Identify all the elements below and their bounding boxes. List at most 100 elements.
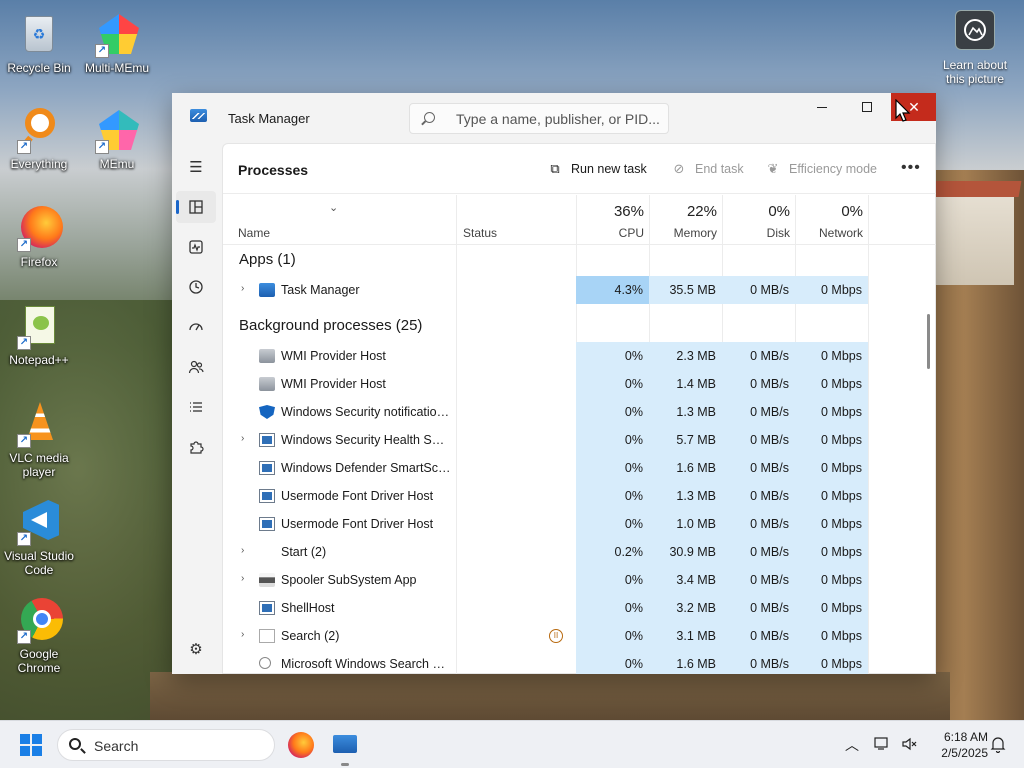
maximize-icon — [862, 102, 872, 112]
run-new-task-label: Run new task — [571, 162, 647, 176]
taskbar-search[interactable]: Search — [57, 729, 275, 761]
table-row[interactable]: › Search (2) II 0% 3.1 MB 0 MB/s 0 Mbps — [223, 622, 923, 650]
clock[interactable]: 6:18 AM 2/5/2025 — [924, 729, 988, 761]
users-icon — [188, 360, 204, 374]
nav-settings[interactable]: ⚙ — [176, 633, 216, 665]
disk-total: 0% — [768, 203, 790, 220]
nav-details[interactable] — [176, 391, 216, 423]
nav-users[interactable] — [176, 351, 216, 383]
gear-icon: ⚙ — [189, 641, 203, 658]
column-network-header[interactable]: Network — [795, 226, 863, 240]
end-task-button[interactable]: ⊘ End task — [671, 161, 744, 177]
chevron-right-icon[interactable]: › — [241, 545, 244, 556]
printer-icon — [259, 573, 275, 587]
learn-about-picture[interactable]: Learn about this picture — [940, 10, 1010, 86]
notifications-button[interactable] — [990, 735, 1006, 756]
group-label: Background processes (25) — [239, 317, 423, 334]
table-row[interactable]: › Start (2) 0.2% 30.9 MB 0 MB/s 0 Mbps — [223, 538, 923, 566]
table-row[interactable]: › Task Manager 4.3% 35.5 MB 0 MB/s 0 Mbp… — [223, 276, 923, 304]
search-process-icon — [259, 629, 275, 643]
windows-logo-icon — [20, 746, 30, 756]
network-status-button[interactable] — [874, 736, 892, 755]
chevron-right-icon[interactable]: › — [241, 433, 244, 444]
taskbar: Search ︿ 6:18 AM 2/5/2025 — [0, 720, 1024, 768]
table-row[interactable]: › Spooler SubSystem App 0% 3.4 MB 0 MB/s… — [223, 566, 923, 594]
process-name: Start (2) — [281, 545, 327, 559]
process-search-input[interactable] — [456, 109, 661, 129]
chevron-right-icon[interactable]: › — [241, 283, 244, 294]
task-manager-window: Task Manager ✕ ☰ ⚙ — [172, 93, 936, 674]
desktop-icon-multi-memu[interactable]: ↗ Multi-MEmu — [78, 10, 156, 75]
disk-cell: 0 MB/s — [722, 342, 795, 370]
shield-icon — [259, 405, 275, 419]
process-search-box[interactable] — [409, 103, 669, 134]
desktop-icon-memu[interactable]: ↗ MEmu — [78, 106, 156, 171]
desktop-icon-label: Visual Studio Code — [4, 549, 74, 577]
vscode-icon: ↗ — [15, 498, 63, 546]
bell-icon — [990, 737, 1006, 754]
column-memory-header[interactable]: Memory — [649, 226, 717, 240]
processes-icon — [189, 200, 203, 214]
nav-processes[interactable] — [176, 191, 216, 223]
desktop-icon-everything[interactable]: ↗ Everything — [0, 106, 78, 171]
column-status-header[interactable]: Status — [463, 226, 497, 240]
table-row[interactable]: WMI Provider Host 0% 1.4 MB 0 MB/s 0 Mbp… — [223, 370, 923, 398]
everything-icon: ↗ — [15, 106, 63, 154]
maximize-button[interactable] — [844, 93, 890, 121]
group-header-background[interactable]: Background processes (25) — [223, 312, 923, 340]
nav-app-history[interactable] — [176, 271, 216, 303]
chevron-right-icon[interactable]: › — [241, 629, 244, 640]
column-disk-header[interactable]: Disk — [722, 226, 790, 240]
memory-total: 22% — [686, 203, 717, 220]
hamburger-menu-button[interactable]: ☰ — [176, 151, 216, 183]
taskbar-task-manager[interactable] — [333, 735, 357, 753]
desktop-icon-label: Recycle Bin — [7, 61, 71, 75]
column-name-header[interactable]: Name — [238, 226, 270, 240]
mouse-cursor-icon — [895, 99, 911, 122]
memory-cell: 2.3 MB — [649, 342, 722, 370]
taskbar-firefox[interactable] — [288, 732, 314, 758]
table-row[interactable]: WMI Provider Host 0% 2.3 MB 0 MB/s 0 Mbp… — [223, 342, 923, 370]
nav-services[interactable] — [176, 431, 216, 463]
title-bar[interactable]: Task Manager ✕ — [172, 93, 936, 143]
desktop-icon-chrome[interactable]: ↗ Google Chrome — [0, 596, 78, 675]
chevron-right-icon[interactable]: › — [241, 573, 244, 584]
nav-startup-apps[interactable] — [176, 311, 216, 343]
desktop-icon-recycle-bin[interactable]: ♻ Recycle Bin — [0, 10, 78, 75]
start-button[interactable] — [20, 734, 42, 756]
table-row[interactable]: Microsoft Windows Search Pr... 0% 1.6 MB… — [223, 650, 923, 674]
more-options-button[interactable]: ••• — [901, 159, 921, 177]
process-name: Usermode Font Driver Host — [281, 517, 434, 531]
cpu-cell: 0% — [576, 342, 649, 370]
nav-performance[interactable] — [176, 231, 216, 263]
table-row[interactable]: › Windows Security Health Servi... 0% 5.… — [223, 426, 923, 454]
minimize-button[interactable] — [799, 93, 845, 121]
column-cpu-header[interactable]: CPU — [576, 226, 644, 240]
run-new-task-button[interactable]: ⧉ Run new task — [547, 161, 647, 177]
desktop-icon-vscode[interactable]: ↗ Visual Studio Code — [0, 498, 78, 577]
vertical-scrollbar[interactable] — [927, 314, 930, 369]
show-hidden-icons-button[interactable]: ︿ — [845, 735, 859, 755]
table-row[interactable]: Windows Security notification... 0% 1.3 … — [223, 398, 923, 426]
taskbar-search-label: Search — [94, 738, 139, 754]
shortcut-arrow-icon: ↗ — [95, 44, 109, 58]
desktop-icon-notepad-plus-plus[interactable]: ↗ Notepad++ — [0, 302, 78, 367]
shortcut-arrow-icon: ↗ — [17, 434, 31, 448]
network-cell: 0 Mbps — [795, 342, 868, 370]
table-row[interactable]: ShellHost 0% 3.2 MB 0 MB/s 0 Mbps — [223, 594, 923, 622]
window-process-icon — [259, 601, 275, 615]
disk-cell: 0 MB/s — [722, 482, 795, 510]
desktop-icon-label: VLC media player — [9, 451, 69, 479]
desktop-icon-firefox[interactable]: ↗ Firefox — [0, 204, 78, 269]
command-bar: Processes ⧉ Run new task ⊘ End task ❦ Ef… — [223, 144, 936, 194]
desktop-icon-vlc[interactable]: ↗ VLC media player — [0, 400, 78, 479]
efficiency-mode-button[interactable]: ❦ Efficiency mode — [765, 161, 877, 177]
table-row[interactable]: Usermode Font Driver Host 0% 1.0 MB 0 MB… — [223, 510, 923, 538]
table-row[interactable]: Windows Defender SmartScreen 0% 1.6 MB 0… — [223, 454, 923, 482]
table-row[interactable]: Usermode Font Driver Host 0% 1.3 MB 0 MB… — [223, 482, 923, 510]
group-header-apps[interactable]: Apps (1) — [223, 246, 923, 274]
volume-button[interactable] — [901, 736, 919, 755]
window-process-icon — [259, 489, 275, 503]
window-process-icon — [259, 461, 275, 475]
memory-cell: 1.6 MB — [649, 454, 722, 482]
